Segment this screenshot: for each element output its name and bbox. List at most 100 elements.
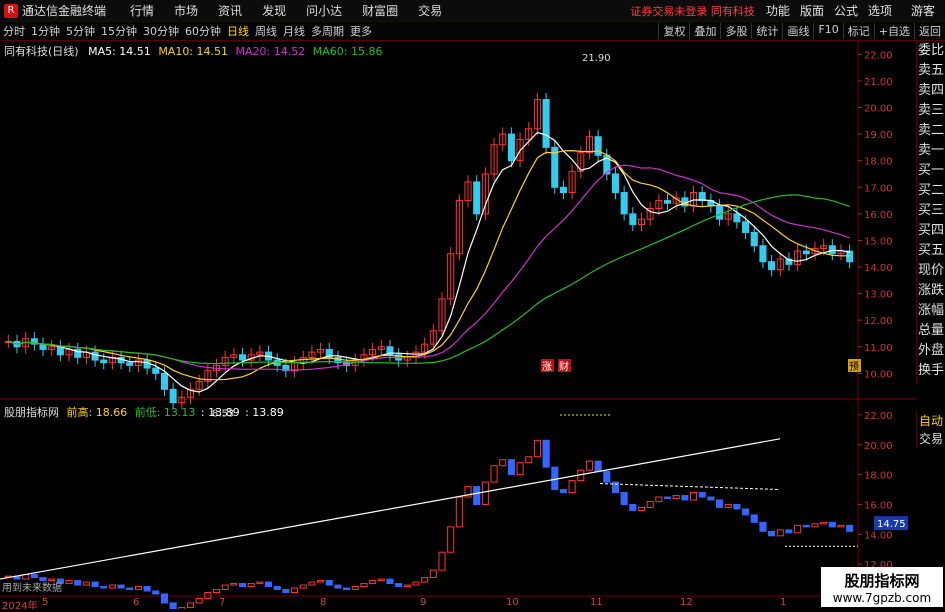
- lower-candle-25: [221, 584, 229, 591]
- menu-function[interactable]: 功能: [766, 2, 790, 19]
- side-10[interactable]: 买五: [917, 241, 945, 261]
- kline-chart[interactable]: 10.00 11.00 12.00 13.00 14.00 15.00 16.00 17.00…: [0, 41, 945, 611]
- lower-candle-28: [247, 583, 255, 588]
- indicator-name: 股朋指标网: [4, 406, 59, 419]
- lower-candle-59: [516, 462, 524, 476]
- side-9[interactable]: 买四: [917, 221, 945, 241]
- ma10-legend: MA10: 14.51: [158, 45, 229, 58]
- side-16[interactable]: 换手: [917, 361, 945, 381]
- tool-multi-stock[interactable]: 多股: [720, 23, 751, 39]
- lower-candle-40: [351, 586, 359, 591]
- lower-candle-41: [360, 583, 368, 588]
- menu-news[interactable]: 资讯: [218, 2, 242, 19]
- side-15[interactable]: 外盘: [917, 341, 945, 361]
- side-6[interactable]: 买一: [917, 161, 945, 181]
- date-m12: 12: [680, 597, 693, 608]
- lower-candle-51: [447, 526, 455, 553]
- lower-candle-78: [681, 495, 689, 501]
- menu-market[interactable]: 市场: [174, 2, 198, 19]
- ytick-label-0: 10.00: [864, 369, 893, 380]
- lower-candle-13: [117, 584, 125, 589]
- zhang-text: 涨: [542, 361, 552, 373]
- period-more[interactable]: 更多: [350, 23, 372, 39]
- yu-text: 预: [849, 361, 859, 373]
- side-0[interactable]: 委比: [917, 41, 945, 61]
- candle-body-10: [91, 351, 99, 361]
- menu-trade[interactable]: 交易: [418, 2, 442, 19]
- lower-candle-75: [655, 496, 663, 502]
- tool-mark[interactable]: 标记: [842, 23, 874, 39]
- side-8[interactable]: 买三: [917, 201, 945, 221]
- chart-area[interactable]: 10.00 11.00 12.00 13.00 14.00 15.00 16.00 17.00…: [0, 41, 945, 611]
- candle-body-14: [126, 362, 134, 366]
- menu-discover[interactable]: 发现: [262, 2, 286, 19]
- candle-body-62: [542, 99, 550, 148]
- lower-candle-33: [291, 587, 299, 594]
- ltick-label-2: 16.00: [864, 500, 893, 511]
- lower-candle-19: [169, 602, 177, 611]
- side-11[interactable]: 现价: [917, 261, 945, 281]
- lower-candle-56: [490, 465, 498, 483]
- lower-candle-62: [542, 439, 550, 468]
- period-weekly[interactable]: 周线: [255, 23, 277, 39]
- lower-candle-54: [473, 486, 481, 505]
- title-bar: R 通达信金融终端 行情 市场 资讯 发现 问小达 财富圈 交易 证券交易未登录…: [0, 0, 945, 22]
- tool-adjust[interactable]: 复权: [658, 23, 689, 39]
- period-60min[interactable]: 60分钟: [185, 23, 221, 39]
- lower-candle-90: [785, 529, 793, 534]
- tool-stats[interactable]: 统计: [751, 23, 782, 39]
- lower-candle-38: [334, 584, 342, 589]
- candle-body-80: [698, 192, 706, 202]
- menu-options[interactable]: 选项: [868, 2, 892, 19]
- lower-candle-11: [100, 586, 108, 589]
- lower-candle-27: [238, 583, 247, 588]
- period-30min[interactable]: 30分钟: [143, 23, 179, 39]
- menu-formula[interactable]: 公式: [834, 2, 858, 19]
- side-4[interactable]: 卖二: [917, 121, 945, 141]
- period-1min[interactable]: 1分钟: [31, 23, 60, 39]
- tool-back[interactable]: 返回: [914, 23, 945, 39]
- guest-button[interactable]: 游客: [911, 2, 935, 19]
- period-15min[interactable]: 15分钟: [101, 23, 137, 39]
- side-14[interactable]: 总量: [917, 321, 945, 341]
- lower-candle-82: [716, 499, 724, 508]
- auto-button[interactable]: 自动: [917, 412, 945, 430]
- period-daily[interactable]: 日线: [227, 23, 249, 39]
- side-1[interactable]: 卖五: [917, 61, 945, 81]
- side-7[interactable]: 买二: [917, 181, 945, 201]
- lower-candle-47: [412, 581, 420, 586]
- trend-line-up: [0, 438, 781, 580]
- tool-overlay[interactable]: 叠加: [689, 23, 720, 39]
- candle-body-88: [768, 261, 776, 271]
- period-5min[interactable]: 5分钟: [66, 23, 95, 39]
- candle-body-82: [716, 205, 724, 220]
- lower-candle-79: [690, 492, 698, 501]
- period-tick[interactable]: 分时: [3, 23, 25, 39]
- candle-body-71: [620, 192, 628, 215]
- side-5[interactable]: 卖一: [917, 141, 945, 161]
- lower-candle-58: [507, 459, 515, 476]
- menu-quote[interactable]: 行情: [130, 2, 154, 19]
- side-3[interactable]: 卖三: [917, 101, 945, 121]
- side-13[interactable]: 涨幅: [917, 301, 945, 321]
- side-12[interactable]: 涨跌: [917, 281, 945, 301]
- tool-add-watch[interactable]: +自选: [873, 23, 914, 39]
- candle-body-95: [828, 245, 836, 255]
- side-2[interactable]: 卖四: [917, 81, 945, 101]
- tool-f10[interactable]: F10: [813, 23, 842, 39]
- cai-text: 财: [559, 360, 569, 373]
- ytick-label-7: 17.00: [864, 183, 893, 194]
- lower-candle-80: [698, 492, 706, 498]
- date-m8: 8: [320, 597, 327, 608]
- menu-ask[interactable]: 问小达: [306, 2, 342, 19]
- legend-bottom: 股朋指标网 前高: 18.66 前低: 13.13 : 13.89 : 13.8…: [4, 404, 284, 420]
- lower-candle-60: [525, 456, 533, 464]
- ytick-label-10: 20.00: [864, 103, 893, 114]
- tool-draw[interactable]: 画线: [782, 23, 813, 39]
- trade-button[interactable]: 交易: [917, 430, 945, 448]
- period-multi[interactable]: 多周期: [311, 23, 344, 39]
- period-monthly[interactable]: 月线: [283, 23, 305, 39]
- menu-layout[interactable]: 版面: [800, 2, 824, 19]
- menu-fortune[interactable]: 财富圈: [362, 2, 398, 19]
- lower-candle-14: [126, 587, 134, 591]
